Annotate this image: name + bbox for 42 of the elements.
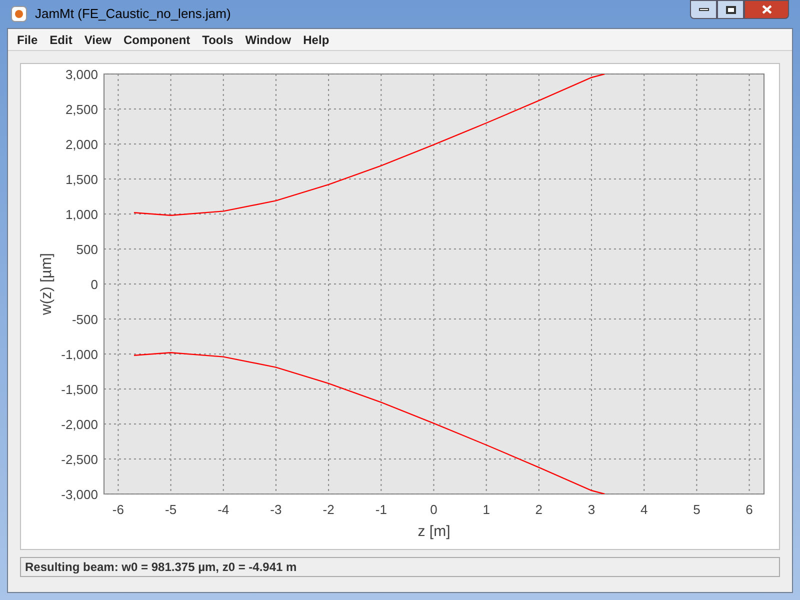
y-tick-label: 0 [90,277,98,292]
minimize-button[interactable] [690,0,717,19]
x-tick-label: -4 [218,502,230,517]
y-tick-label: -500 [72,312,98,327]
y-tick-label: -2,000 [61,417,98,432]
y-tick-label: 1,500 [65,172,98,187]
menu-item[interactable]: File [12,30,43,48]
y-tick-label: 500 [76,242,98,257]
menu-item[interactable]: View [79,30,116,48]
y-tick-label: 1,000 [65,207,98,222]
x-axis-title: z [m] [418,523,450,540]
x-tick-label: 0 [430,502,438,517]
menu-item[interactable]: Window [240,30,296,48]
app-icon [11,6,27,22]
x-tick-label: 2 [535,502,543,517]
menu-item[interactable]: Edit [44,30,78,48]
x-tick-label: -3 [270,502,282,517]
maximize-button[interactable] [717,0,744,19]
y-tick-label: 3,000 [65,67,98,82]
x-tick-label: -2 [322,502,334,517]
y-tick-label: 2,500 [65,102,98,117]
y-tick-label: -2,500 [61,452,98,467]
y-tick-label: 2,000 [65,137,98,152]
y-tick-label: -3,000 [61,487,98,502]
close-icon [762,5,772,14]
x-tick-label: -5 [165,502,177,517]
close-button[interactable] [744,0,789,19]
x-tick-label: 3 [588,502,596,517]
window-title: JamMt (FE_Caustic_no_lens.jam) [35,5,231,24]
x-tick-label: 6 [746,502,753,517]
y-tick-label: -1,000 [61,347,98,362]
x-tick-label: 1 [482,502,490,517]
x-tick-label: -1 [375,502,387,517]
menu-item[interactable]: Help [298,30,334,48]
x-tick-label: 4 [640,502,648,517]
menu-item[interactable]: Component [118,30,196,48]
x-tick-label: -6 [112,502,124,517]
menu-item[interactable]: Tools [197,30,238,48]
y-tick-label: -1,500 [61,382,98,397]
x-tick-label: 5 [693,502,700,517]
y-axis-title: w(z) [µm] [38,253,55,315]
status-field: Resulting beam: w0 = 981.375 µm, z0 = -4.941 m [20,557,780,577]
